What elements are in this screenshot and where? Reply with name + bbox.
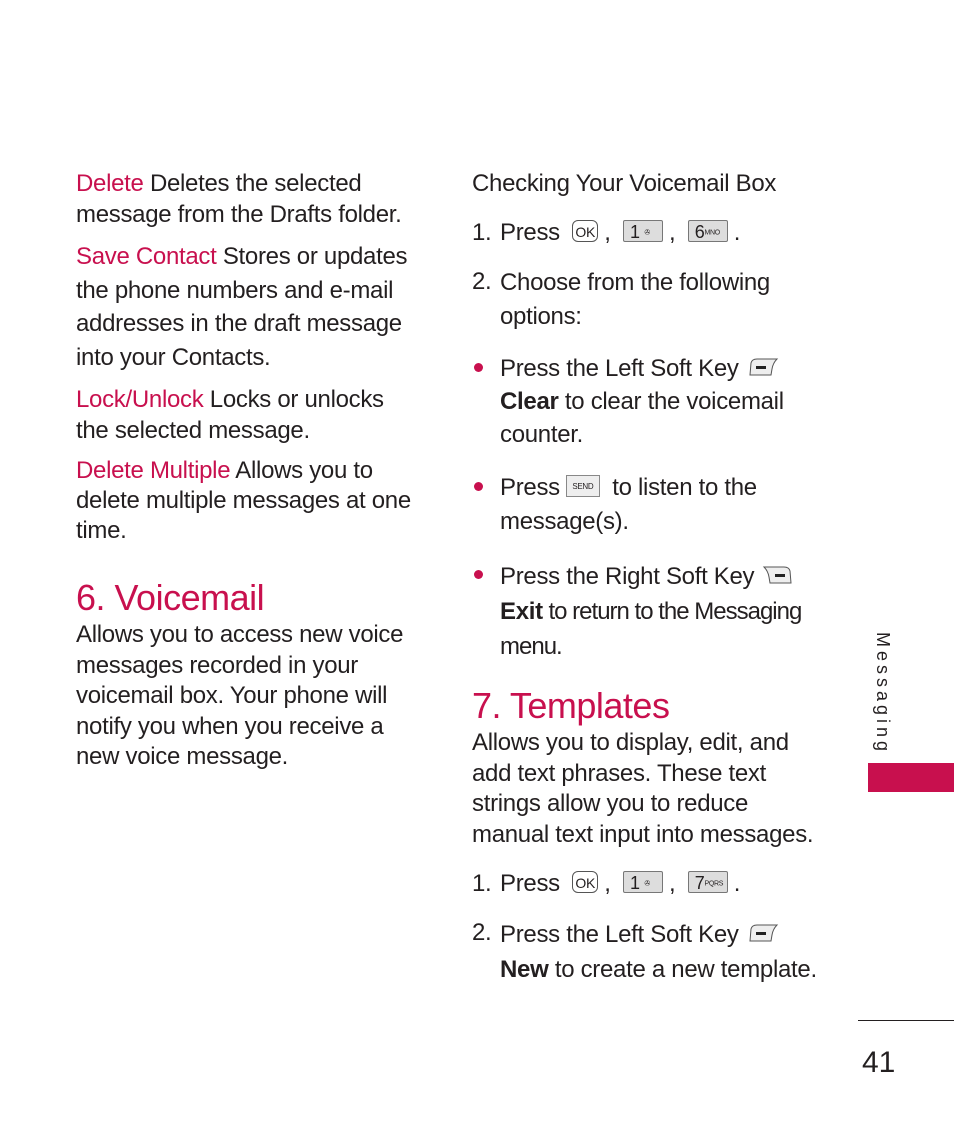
ok-key-icon: OK bbox=[572, 219, 599, 242]
entry-delete: Delete Deletes the selected message from… bbox=[76, 170, 402, 228]
step-2: 2. Choose from the following options: bbox=[472, 268, 770, 330]
bullet-exit: Press the Right Soft Key Exit to return t… bbox=[472, 559, 822, 664]
voicemail-body: Allows you to access new voice messages … bbox=[76, 621, 404, 770]
templates-step-2: 2. Press the Left Soft Key New to create … bbox=[472, 919, 817, 983]
entry-save-contact: Save Contact Stores or updates the phone… bbox=[76, 243, 408, 371]
entry-delete-multiple: Delete Multiple Allows you to delete mul… bbox=[76, 457, 411, 544]
entry-lock-unlock: Lock/Unlock Locks or unlocks the selecte… bbox=[76, 386, 384, 444]
left-soft-key-icon bbox=[749, 358, 778, 376]
right-soft-key-icon bbox=[763, 566, 792, 584]
term: Delete bbox=[76, 170, 144, 197]
left-soft-key-icon bbox=[749, 924, 778, 942]
term: Save Contact bbox=[76, 243, 217, 270]
ok-key-icon: OK bbox=[572, 870, 599, 893]
left-column: Delete Deletes the selected message from… bbox=[76, 168, 421, 773]
bullet-icon bbox=[472, 471, 500, 539]
step-1: 1. Press OK, 1 ✇, 6MNO. bbox=[472, 219, 741, 246]
key-1-icon: 1 ✇ bbox=[622, 870, 663, 893]
section-title-templates: 7. Templates bbox=[472, 685, 670, 726]
section-tab-label: Messaging bbox=[873, 632, 893, 756]
key-1-icon: 1 ✇ bbox=[622, 219, 663, 242]
templates-step-1: 1. Press OK, 1 ✇, 7PQRS. bbox=[472, 870, 741, 897]
footer-rule bbox=[858, 1020, 954, 1021]
section-tab-marker bbox=[868, 763, 954, 792]
bullet-icon bbox=[472, 559, 500, 664]
term: Lock/Unlock bbox=[76, 386, 204, 413]
subheading: Checking Your Voicemail Box bbox=[472, 170, 777, 197]
key-6-icon: 6MNO bbox=[687, 219, 728, 242]
term: Delete Multiple bbox=[76, 457, 231, 484]
send-key-icon: SEND bbox=[565, 474, 600, 497]
templates-body: Allows you to display, edit, and add tex… bbox=[472, 729, 814, 848]
bullet-clear: Press the Left Soft Key Clear to clear th… bbox=[472, 352, 822, 451]
bullet-icon bbox=[472, 352, 500, 451]
section-title-voicemail: 6. Voicemail bbox=[76, 577, 265, 618]
bullet-send: Press SEND to listen to the message(s). bbox=[472, 471, 822, 539]
right-column: Checking Your Voicemail Box 1. Press OK,… bbox=[472, 168, 822, 1005]
key-7-icon: 7PQRS bbox=[687, 870, 728, 893]
page-number: 41 bbox=[862, 1046, 896, 1079]
